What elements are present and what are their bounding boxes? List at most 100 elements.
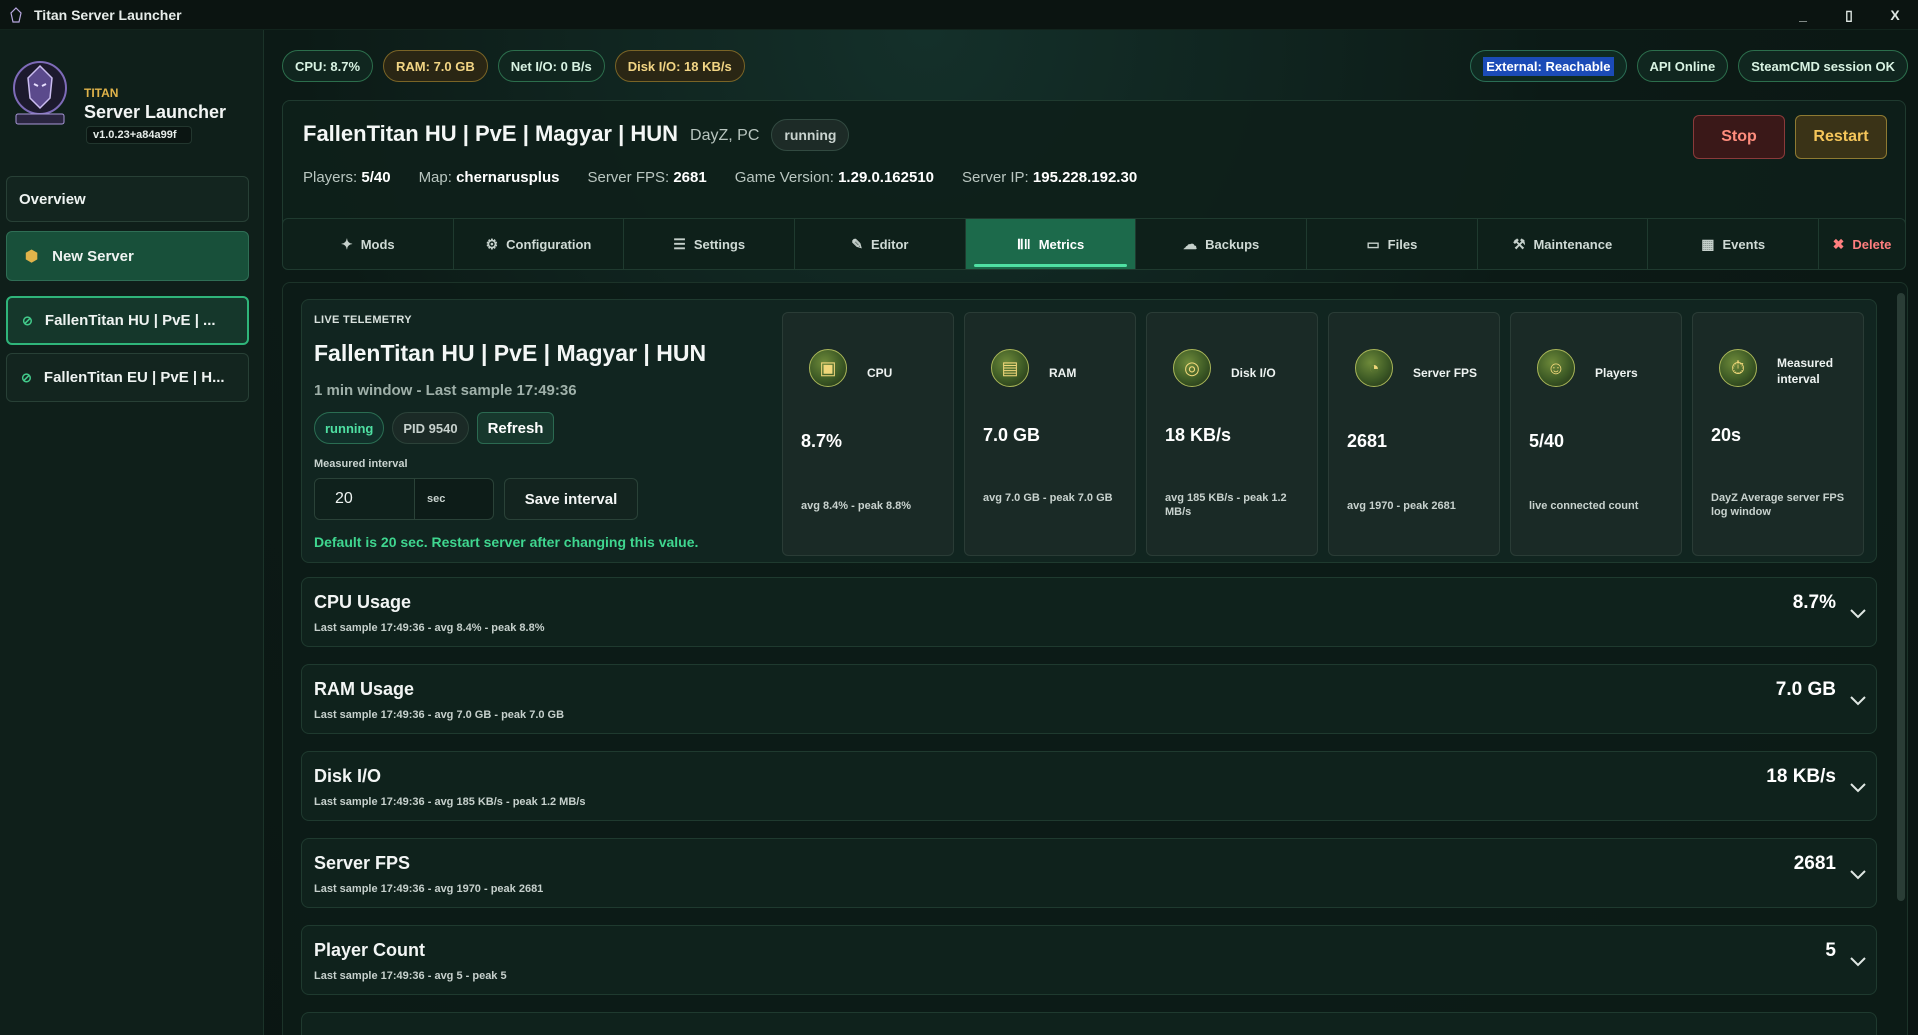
steamcmd-status-pill: SteamCMD session OK [1738, 50, 1908, 82]
metric-title: CPU Usage [314, 592, 412, 612]
new-server-label: New Server [52, 247, 134, 265]
ram-pill: RAM: 7.0 GB [383, 50, 488, 82]
card-value: 18 KB/s [1165, 425, 1232, 445]
map-stat: Map: chernarusplus [418, 169, 560, 186]
card-label: Players [1595, 366, 1638, 380]
server-title: FallenTitan HU | PvE | Magyar | HUN [303, 121, 679, 146]
tab-events[interactable]: ▦ Events [1648, 219, 1820, 269]
card-sub: live connected count [1529, 500, 1639, 512]
chevron-down-icon[interactable] [1848, 865, 1868, 885]
telemetry-badges: running PID 9540 Refresh [314, 412, 555, 444]
api-status-pill: API Online [1636, 50, 1729, 82]
brand: TITAN Server Launcher v1.0.23+a84a99f [8, 58, 258, 154]
metric-title: Player Count [314, 940, 426, 960]
sidebar-item-server-eu[interactable]: ⊘ FallenTitan EU | PvE | H... [6, 353, 249, 402]
tab-configuration[interactable]: ⚙ Configuration [454, 219, 625, 269]
window-controls: _ ▯ X [1780, 0, 1918, 30]
restart-button[interactable]: Restart [1795, 115, 1887, 159]
sidebar-item-server-hu[interactable]: ⊘ FallenTitan HU | PvE | ... [6, 296, 249, 345]
disk-io-pill: Disk I/O: 18 KB/s [614, 50, 745, 82]
metric-title: RAM Usage [314, 679, 415, 699]
card-label: Server FPS [1413, 366, 1478, 380]
stop-button[interactable]: Stop [1693, 115, 1785, 159]
server-fps-row[interactable]: Server FPS Last sample 17:49:36 - avg 19… [301, 838, 1877, 908]
server-fps-card: ◔ Server FPS 2681 avg 1970 - peak 2681 [1328, 312, 1500, 556]
server-stats-line: Players: 5/40 Map: chernarusplus Server … [303, 169, 1137, 186]
cloud-icon: ☁ [1183, 235, 1198, 252]
fps-stat: Server FPS: 2681 [587, 169, 707, 186]
disk-io-row[interactable]: Disk I/O Last sample 17:49:36 - avg 185 … [301, 751, 1877, 821]
new-server-button[interactable]: ⬢ New Server [6, 231, 249, 281]
interval-unit: sec [427, 493, 446, 505]
tab-delete[interactable]: ✖ Delete [1819, 219, 1905, 269]
players-card: ☺ Players 5/40 live connected count [1510, 312, 1682, 556]
card-value: 20s [1711, 425, 1742, 445]
player-count-row[interactable]: Player Count Last sample 17:49:36 - avg … [301, 925, 1877, 995]
chevron-down-icon[interactable] [1848, 778, 1868, 798]
tab-metrics[interactable]: Ⅱ‖ Metrics [965, 219, 1137, 269]
interval-label: Measured interval [314, 458, 408, 470]
ram-usage-row[interactable]: RAM Usage Last sample 17:49:36 - avg 7.0… [301, 664, 1877, 734]
game-version-stat: Game Version: 1.29.0.162510 [734, 169, 935, 186]
metric-value: 2681 [1793, 853, 1836, 874]
tab-label: Configuration [506, 236, 592, 252]
titan-logo-icon [13, 61, 67, 125]
tab-editor[interactable]: ✎ Editor [795, 219, 966, 269]
tab-label: Maintenance [1533, 236, 1613, 252]
overview-button[interactable]: Overview [6, 176, 249, 222]
players-icon: ☺ [1537, 349, 1575, 387]
system-stats-bar: CPU: 8.7% RAM: 7.0 GB Net I/O: 0 B/s Dis… [282, 50, 745, 82]
card-value: 2681 [1347, 431, 1388, 451]
tab-backups[interactable]: ☁ Backups [1136, 219, 1308, 269]
card-label: RAM [1049, 366, 1077, 380]
disk-icon: ◎ [1173, 349, 1211, 387]
metric-sub: Last sample 17:49:36 - avg 7.0 GB - peak… [314, 709, 565, 721]
sidebar-item-label: FallenTitan EU | PvE | H... [43, 369, 225, 386]
save-interval-button[interactable]: Save interval [504, 478, 638, 520]
card-value: 7.0 GB [983, 425, 1041, 445]
trash-icon: ✖ [1832, 235, 1845, 252]
external-status-label: External: Reachable [1483, 56, 1614, 76]
card-label: Measured interval [1777, 356, 1834, 386]
brand-name: Server Launcher [84, 102, 227, 122]
window-title: Titan Server Launcher [34, 6, 182, 23]
server-tabs: ✦ Mods ⚙ Configuration ☰ Settings ✎ Editor Ⅱ… [282, 218, 1906, 270]
metric-sub: Last sample 17:49:36 - avg 5 - peak 5 [314, 970, 507, 982]
gauge-icon: ◔ [1355, 349, 1393, 387]
brand-small-label: TITAN [84, 86, 119, 100]
next-metric-row[interactable] [301, 1012, 1877, 1035]
tab-label: Metrics [1038, 236, 1085, 252]
measured-interval-card: ⏱ Measured interval 20s DayZ Average ser… [1692, 312, 1864, 556]
minimize-button[interactable]: _ [1780, 0, 1826, 30]
chevron-down-icon[interactable] [1848, 691, 1868, 711]
tab-mods[interactable]: ✦ Mods [283, 219, 454, 269]
tab-files[interactable]: ▭ Files [1307, 219, 1478, 269]
card-sub: avg 7.0 GB - peak 7.0 GB [983, 492, 1113, 504]
sliders-icon: ☰ [673, 235, 686, 252]
sidebar: TITAN Server Launcher v1.0.23+a84a99f Ov… [0, 30, 264, 1035]
tab-maintenance[interactable]: ⚒ Maintenance [1478, 219, 1649, 269]
tab-label: Settings [693, 236, 746, 252]
metric-value: 5 [1825, 940, 1836, 961]
tab-settings[interactable]: ☰ Settings [624, 219, 796, 269]
card-value: 8.7% [801, 431, 843, 451]
telemetry-cards: ▣ CPU 8.7% avg 8.4% - peak 8.8% ▤ RAM 7.… [782, 312, 1864, 556]
version-badge: v1.0.23+a84a99f [86, 126, 192, 144]
memory-icon: ▤ [991, 349, 1029, 387]
status-badge: running [314, 412, 385, 444]
metric-title: Disk I/O [314, 766, 382, 786]
card-sub: avg 8.4% - peak 8.8% [801, 500, 912, 512]
interval-input[interactable] [315, 479, 415, 519]
calendar-icon: ▦ [1701, 235, 1715, 252]
refresh-button[interactable]: Refresh [476, 412, 555, 444]
cpu-usage-row[interactable]: CPU Usage Last sample 17:49:36 - avg 8.4… [301, 577, 1877, 647]
tab-label: Backups [1205, 236, 1260, 252]
metric-sub: Last sample 17:49:36 - avg 1970 - peak 2… [314, 883, 544, 895]
scrollbar[interactable] [1897, 293, 1905, 901]
cpu-pill: CPU: 8.7% [282, 50, 374, 82]
tools-icon: ⚒ [1512, 235, 1526, 252]
chevron-down-icon[interactable] [1848, 604, 1868, 624]
maximize-button[interactable]: ▯ [1826, 0, 1872, 30]
close-button[interactable]: X [1872, 0, 1918, 30]
chevron-down-icon[interactable] [1848, 952, 1868, 972]
